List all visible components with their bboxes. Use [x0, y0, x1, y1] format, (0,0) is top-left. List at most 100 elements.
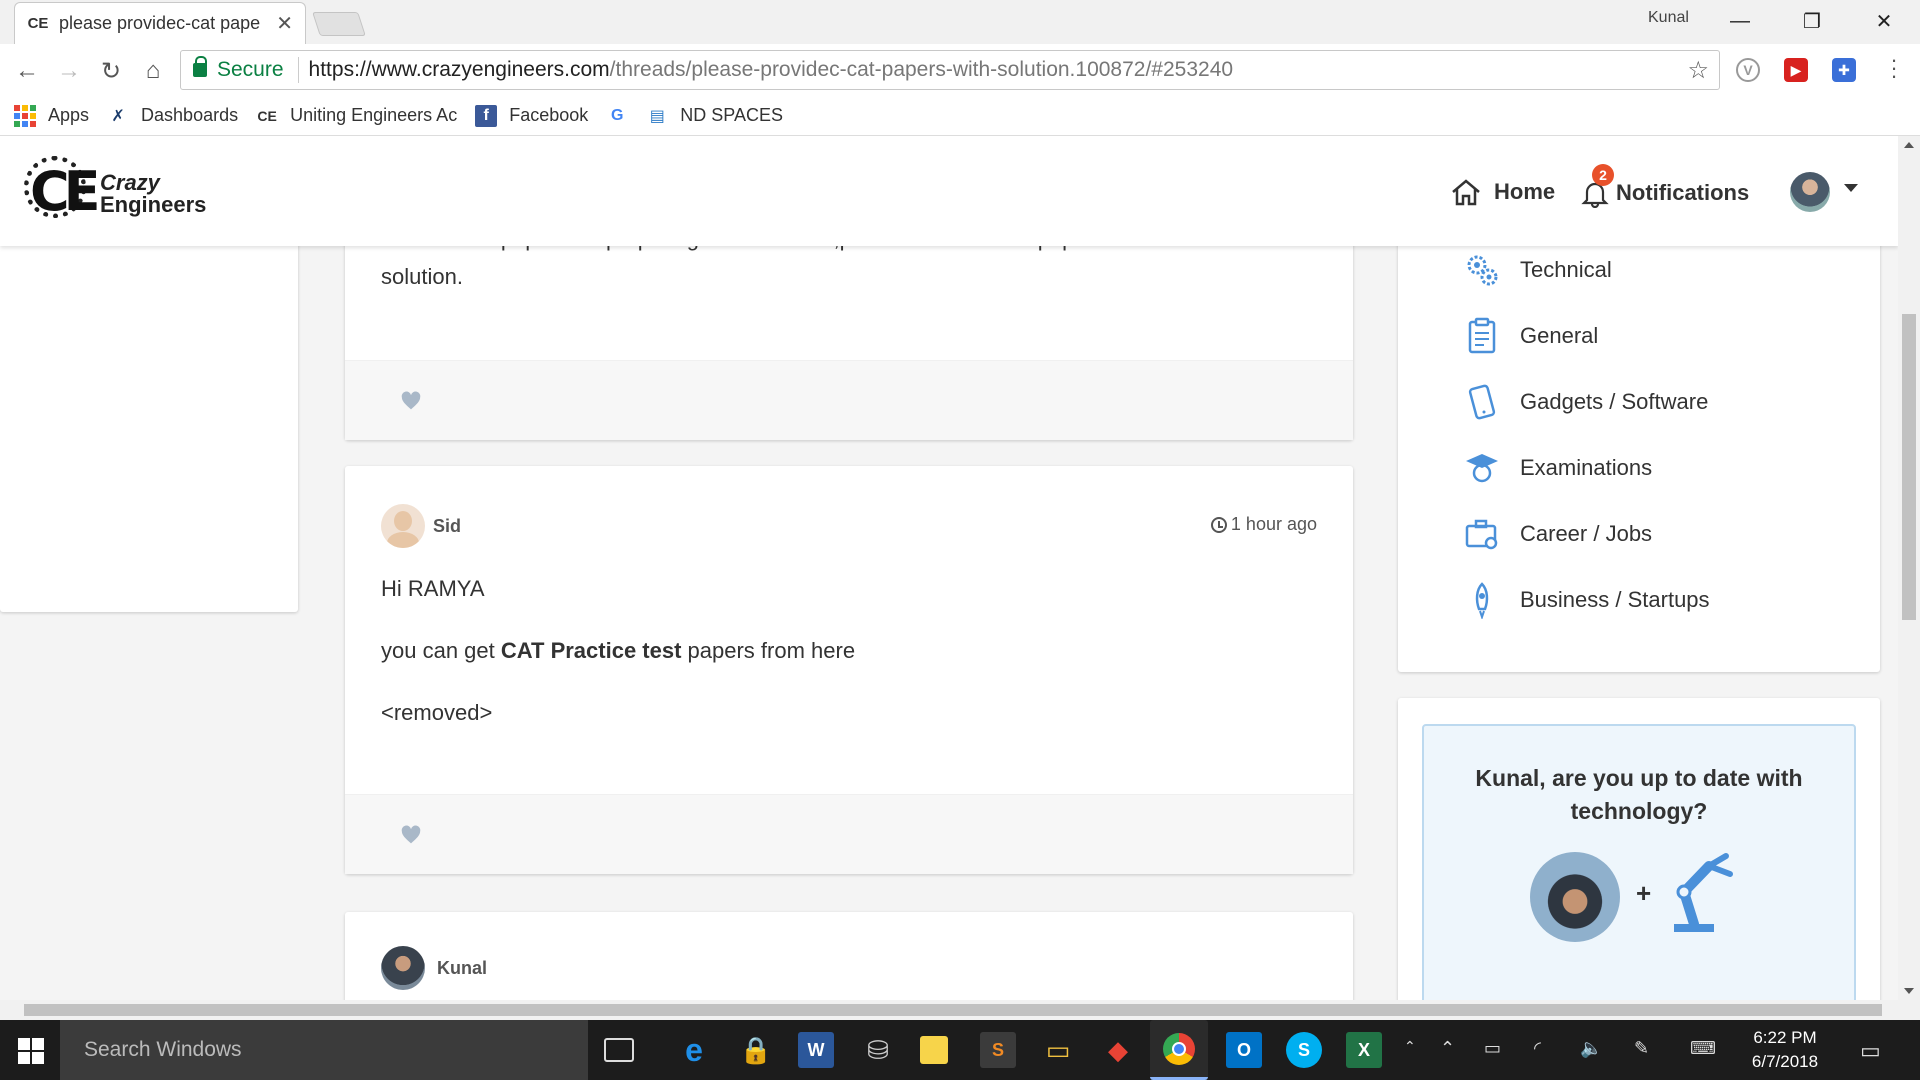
tab-close-icon[interactable]: ✕ [276, 11, 293, 36]
site-favicon-icon: CE [27, 15, 49, 32]
secure-label: Secure [217, 58, 284, 81]
wifi-icon[interactable]: ◜ [1534, 1038, 1541, 1059]
post-text-part: you can get [381, 638, 501, 663]
user-avatar[interactable] [1790, 172, 1830, 212]
scroll-down-icon[interactable] [1904, 988, 1914, 994]
post-line: Hi RAMYA [381, 576, 485, 601]
reload-icon[interactable]: ↻ [94, 54, 128, 88]
minimize-icon[interactable]: — [1710, 4, 1770, 38]
author-name[interactable]: Sid [433, 516, 461, 537]
outlook-icon[interactable]: O [1226, 1032, 1262, 1068]
profile-name[interactable]: Kunal [1648, 9, 1689, 27]
category-gadgets-software[interactable]: Gadgets / Software [1462, 382, 1708, 422]
volume-icon[interactable]: 🔈 [1580, 1038, 1602, 1059]
action-center-icon[interactable]: ▭ [1860, 1038, 1881, 1064]
phone-icon [1462, 382, 1502, 422]
scroll-up-icon[interactable] [1904, 142, 1914, 148]
back-icon[interactable]: ← [10, 54, 44, 88]
taskbar-scroll-icon[interactable]: ⌃ [1404, 1038, 1416, 1055]
browser-tab-active[interactable]: CE please providec-cat pape ✕ [14, 2, 306, 44]
category-career-jobs[interactable]: Career / Jobs [1462, 514, 1652, 554]
category-examinations[interactable]: Examinations [1462, 448, 1652, 488]
pen-icon[interactable]: ✎ [1634, 1038, 1649, 1059]
task-view-icon[interactable] [604, 1038, 634, 1062]
lock-app-icon[interactable]: 🔒 [738, 1032, 774, 1068]
rocket-icon [1462, 580, 1502, 620]
scroll-thumb[interactable] [1902, 314, 1916, 620]
forward-icon[interactable]: → [52, 54, 86, 88]
like-heart-icon[interactable] [401, 391, 421, 411]
skype-icon[interactable]: S [1286, 1032, 1322, 1068]
tray-expand-icon[interactable]: ⌃ [1440, 1038, 1455, 1059]
edge-icon[interactable]: e [676, 1032, 712, 1068]
post-timestamp[interactable]: 1 hour ago [1210, 514, 1317, 535]
nav-home-link[interactable]: Home [1450, 178, 1555, 206]
new-tab-button[interactable] [312, 12, 366, 36]
promo-plus: + [1636, 878, 1652, 908]
bookmark-nd-spaces[interactable]: ▤ ND SPACES [646, 105, 783, 127]
category-general[interactable]: General [1462, 316, 1598, 356]
bookmark-dashboards[interactable]: ✗ Dashboards [107, 105, 238, 127]
promo-panel[interactable]: Kunal, are you up to date with technolog… [1422, 724, 1856, 1000]
site-logo[interactable]: CE Crazy Engineers [24, 156, 224, 226]
category-business-startups[interactable]: Business / Startups [1462, 580, 1710, 620]
chrome-icon [1163, 1032, 1195, 1065]
bookmark-apps[interactable]: Apps [14, 104, 89, 127]
git-app-icon[interactable]: ◆ [1100, 1032, 1136, 1068]
vimeo-extension-icon[interactable]: V [1736, 58, 1760, 82]
browser-toolbar: ← → ↻ ⌂ Secure https://www.crazyengineer… [0, 44, 1920, 96]
nav-notifications-link[interactable]: 2 Notifications [1580, 164, 1749, 208]
user-menu-caret-icon[interactable] [1844, 184, 1858, 192]
bookmark-facebook[interactable]: f Facebook [475, 104, 589, 127]
avatar[interactable] [381, 946, 425, 990]
restore-icon[interactable]: ❐ [1782, 4, 1842, 38]
page-content: I want e-cat papers for preparing for th… [0, 226, 1898, 1000]
bookmark-google[interactable]: G [606, 105, 640, 127]
chrome-menu-icon[interactable]: · · · [1884, 49, 1904, 87]
post-author[interactable]: Sid [381, 504, 461, 548]
sticky-notes-icon[interactable] [920, 1036, 948, 1064]
home-icon[interactable]: ⌂ [136, 54, 170, 88]
category-technical[interactable]: Technical [1462, 250, 1612, 290]
close-window-icon[interactable]: ✕ [1854, 4, 1914, 38]
category-label: Business / Startups [1520, 587, 1710, 612]
home-icon [1452, 179, 1480, 206]
post-author[interactable]: Kunal [381, 946, 487, 990]
dashboards-icon: ✗ [111, 107, 125, 125]
category-label: Gadgets / Software [1520, 389, 1709, 414]
robot-arm-icon [1674, 853, 1733, 932]
author-name[interactable]: Kunal [437, 958, 487, 979]
word-icon[interactable]: W [798, 1032, 834, 1068]
briefcase-icon [1462, 514, 1502, 554]
bookmark-label: Facebook [509, 105, 589, 125]
puzzle-extension-icon[interactable]: ✚ [1832, 58, 1856, 82]
battery-icon[interactable]: ▭ [1484, 1038, 1501, 1059]
bookmark-star-icon[interactable]: ☆ [1687, 56, 1709, 85]
horizontal-scrollbar[interactable] [0, 1000, 1920, 1020]
nav-label: Home [1494, 179, 1556, 204]
scroll-thumb[interactable] [24, 1004, 1882, 1016]
sublime-icon[interactable]: S [980, 1032, 1016, 1068]
bookmark-uniting-engineers[interactable]: CE Uniting Engineers Ac [256, 105, 457, 127]
like-heart-icon[interactable] [401, 825, 421, 845]
excel-icon[interactable]: X [1346, 1032, 1382, 1068]
file-explorer-icon[interactable]: ▭ [1040, 1032, 1076, 1068]
video-extension-icon[interactable]: ▶ [1784, 58, 1808, 82]
address-bar[interactable]: Secure https://www.crazyengineers.com/th… [180, 50, 1720, 90]
tray-clock[interactable]: 6:22 PM 6/7/2018 [1730, 1026, 1840, 1074]
windows-start-icon[interactable] [18, 1038, 44, 1064]
post-card: Sid 1 hour ago Hi RAMYA you can get CAT … [345, 466, 1353, 874]
avatar [1530, 852, 1620, 942]
promo-title: Kunal, are you up to date with technolog… [1475, 765, 1803, 824]
apps-grid-icon [14, 104, 36, 127]
post-bold-text: CAT Practice test [500, 638, 682, 663]
chrome-taskbar-item[interactable] [1150, 1020, 1208, 1080]
keyboard-icon[interactable]: ⌨ [1690, 1038, 1716, 1059]
bookmarks-bar: Apps ✗ Dashboards CE Uniting Engineers A… [0, 96, 1920, 136]
database-icon[interactable]: ⛁ [860, 1032, 896, 1068]
taskbar-search[interactable]: Search Windows [60, 1020, 588, 1080]
facebook-icon: f [475, 104, 498, 127]
clipboard-icon [1462, 316, 1502, 356]
vertical-scrollbar[interactable] [1898, 136, 1920, 1000]
avatar[interactable] [381, 504, 425, 548]
